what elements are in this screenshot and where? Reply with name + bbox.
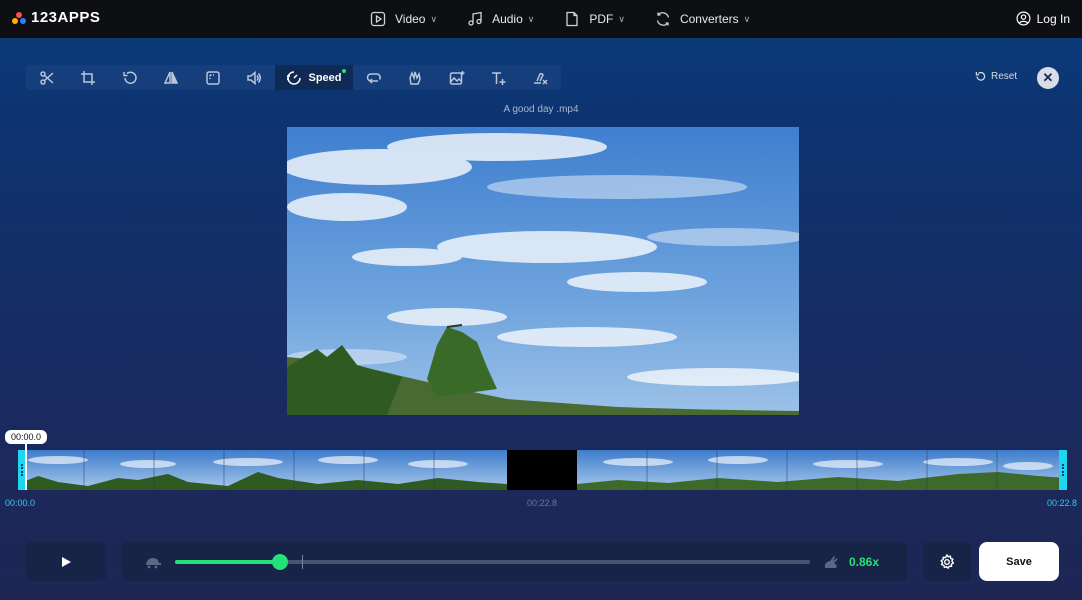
crop-icon: [81, 70, 96, 85]
undo-icon: [975, 71, 986, 81]
turtle-icon: [146, 558, 161, 569]
crop-tool[interactable]: [68, 65, 110, 90]
speed-control-panel: 0.86x: [122, 542, 907, 581]
flip-tool[interactable]: [151, 65, 193, 90]
timeline-track[interactable]: [18, 450, 1067, 490]
settings-button[interactable]: [923, 542, 971, 581]
playhead-time-tooltip: 00:00.0: [5, 430, 48, 444]
editor-toolbar: Speed: [26, 65, 561, 90]
chevron-down-icon: ∨: [430, 13, 438, 24]
reset-label: Reset: [991, 71, 1018, 82]
add-image-tool[interactable]: [436, 65, 478, 90]
nav-pdf-label: PDF: [589, 12, 614, 26]
rotate-icon: [123, 71, 137, 84]
remove-logo-icon: [533, 72, 548, 85]
close-button[interactable]: ✕: [1037, 67, 1059, 89]
timeline-end-time: 00:22.8: [1047, 498, 1078, 508]
nav-audio[interactable]: Audio ∨: [467, 11, 534, 27]
login-button[interactable]: Log In: [1016, 11, 1070, 26]
chevron-down-icon: ∨: [743, 13, 751, 24]
brand-logo[interactable]: 123APPS: [12, 9, 100, 26]
stabilize-icon: [409, 70, 422, 85]
music-note-icon: [468, 11, 482, 26]
resize-icon: [206, 70, 220, 85]
convert-arrows-icon: [656, 12, 670, 26]
main-nav: Video ∨ Audio ∨ PDF ∨ Converters ∨: [370, 0, 780, 38]
top-navigation-bar: 123APPS Video ∨ Audio ∨ PDF ∨ Converters…: [0, 0, 1082, 38]
speed-slider-knob[interactable]: [271, 554, 288, 570]
play-square-icon: [370, 11, 386, 27]
loop-tool[interactable]: [353, 65, 395, 90]
resize-tool[interactable]: [192, 65, 234, 90]
document-icon: [566, 11, 579, 27]
add-text-icon: [492, 71, 506, 85]
playhead[interactable]: [25, 443, 27, 490]
play-icon: [62, 556, 71, 567]
rabbit-icon: [824, 556, 838, 568]
chevron-down-icon: ∨: [527, 13, 535, 24]
nav-converters[interactable]: Converters ∨: [655, 11, 750, 27]
nav-video[interactable]: Video ∨: [370, 11, 437, 27]
scissors-icon: [40, 70, 54, 85]
speed-slider[interactable]: [175, 554, 810, 570]
close-icon: ✕: [1042, 70, 1054, 85]
loop-icon: [366, 72, 381, 84]
save-button[interactable]: Save: [979, 542, 1059, 581]
gear-icon: [940, 553, 955, 569]
rotate-tool[interactable]: [109, 65, 151, 90]
speed-tool-label: Speed: [308, 71, 342, 84]
speed-slider-fill: [175, 560, 280, 564]
user-icon: [1016, 11, 1031, 26]
timeline-thumbnails: [18, 450, 1067, 490]
reset-button[interactable]: Reset: [975, 71, 1017, 82]
video-preview[interactable]: [287, 127, 799, 415]
timeline-end-handle[interactable]: [1059, 450, 1067, 490]
active-indicator-dot: [342, 69, 346, 73]
play-button[interactable]: [26, 542, 106, 581]
brand-name: 123APPS: [31, 9, 101, 26]
nav-video-label: Video: [395, 12, 426, 26]
stabilize-tool[interactable]: [395, 65, 437, 90]
add-image-icon: [449, 70, 465, 85]
timeline-mid-time: 00:22.8: [527, 498, 558, 508]
logo-dots-icon: [12, 11, 26, 25]
nav-audio-label: Audio: [492, 12, 523, 26]
add-text-tool[interactable]: [478, 65, 520, 90]
remove-logo-tool[interactable]: [519, 65, 561, 90]
flip-icon: [164, 71, 179, 84]
sky-landscape-image: [287, 127, 799, 415]
login-label: Log In: [1036, 11, 1070, 26]
nav-pdf[interactable]: PDF ∨: [564, 11, 625, 27]
timeline-start-time: 00:00.0: [5, 498, 36, 508]
cut-tool[interactable]: [26, 65, 68, 90]
speed-value: 0.86x: [849, 555, 880, 569]
volume-icon: [247, 70, 262, 85]
speed-tool[interactable]: Speed: [275, 65, 353, 90]
video-filename: A good day .mp4: [503, 104, 579, 115]
volume-tool[interactable]: [234, 65, 276, 90]
default-speed-mark: [302, 555, 303, 569]
nav-converters-label: Converters: [679, 12, 739, 26]
speed-icon: [287, 70, 302, 85]
chevron-down-icon: ∨: [618, 13, 625, 24]
